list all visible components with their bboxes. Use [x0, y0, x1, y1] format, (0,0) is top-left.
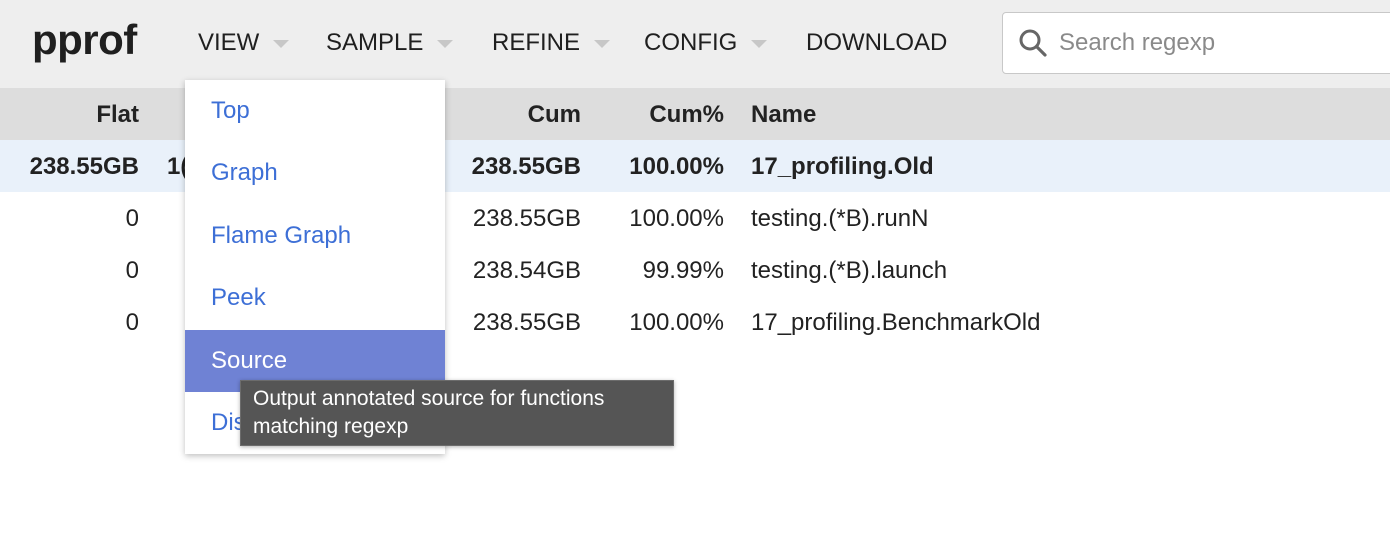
- cell-cum-pct: 100.00%: [629, 153, 724, 180]
- cell-name: 17_profiling.Old: [751, 153, 934, 180]
- cell-flat: 0: [125, 205, 139, 232]
- caret-down-icon: [437, 40, 454, 48]
- cell-flat: 0: [125, 257, 139, 284]
- menu-sample[interactable]: SAMPLE: [326, 29, 454, 57]
- cell-cum-pct: 99.99%: [642, 257, 724, 284]
- tooltip: Output annotated source for functions ma…: [240, 380, 674, 446]
- caret-down-icon: [594, 40, 611, 48]
- tooltip-line-2: matching regexp: [253, 415, 409, 438]
- view-menu-item-peek[interactable]: Peek: [185, 267, 445, 329]
- menu-refine-label: REFINE: [492, 29, 581, 56]
- menu-download[interactable]: DOWNLOAD: [806, 29, 947, 57]
- search-input[interactable]: [1059, 23, 1389, 63]
- cell-flat: 238.55GB: [29, 153, 139, 180]
- cell-cum: 238.55GB: [472, 205, 581, 232]
- col-header-cum[interactable]: Cum: [528, 102, 581, 128]
- view-menu-item-graph[interactable]: Graph: [185, 142, 445, 204]
- tooltip-line-1: Output annotated source for functions: [253, 387, 605, 410]
- col-header-cum-pct[interactable]: Cum%: [649, 102, 724, 128]
- menu-view-label: VIEW: [198, 29, 260, 56]
- caret-down-icon: [273, 40, 290, 48]
- view-menu-item-top[interactable]: Top: [185, 80, 445, 142]
- menu-config-label: CONFIG: [644, 29, 738, 56]
- caret-down-icon: [751, 40, 768, 48]
- menu-view[interactable]: VIEW: [198, 29, 290, 57]
- cell-cum-pct: 100.00%: [629, 309, 724, 336]
- cell-cum: 238.55GB: [472, 309, 581, 336]
- search-icon: [1019, 29, 1047, 57]
- search-box[interactable]: [1002, 12, 1390, 74]
- menu-config[interactable]: CONFIG: [644, 29, 768, 57]
- view-menu-item-flame-graph[interactable]: Flame Graph: [185, 205, 445, 267]
- col-header-flat[interactable]: Flat: [96, 102, 139, 128]
- col-header-name[interactable]: Name: [751, 102, 816, 128]
- cell-name: 17_profiling.BenchmarkOld: [751, 309, 1041, 336]
- cell-cum: 238.54GB: [472, 257, 581, 284]
- cell-name: testing.(*B).launch: [751, 257, 948, 284]
- pprof-page: pprof VIEW SAMPLE REFINE CONFIG DOWNLOAD: [0, 0, 1390, 534]
- cell-name: testing.(*B).runN: [751, 205, 929, 232]
- cell-cum-pct: 100.00%: [629, 205, 724, 232]
- menu-sample-label: SAMPLE: [326, 29, 424, 56]
- app-logo[interactable]: pprof: [32, 16, 137, 64]
- menu-refine[interactable]: REFINE: [492, 29, 611, 57]
- toolbar: pprof VIEW SAMPLE REFINE CONFIG DOWNLOAD: [0, 0, 1390, 88]
- menu-download-label: DOWNLOAD: [806, 29, 948, 56]
- cell-cum: 238.55GB: [471, 153, 581, 180]
- cell-flat: 0: [125, 309, 139, 336]
